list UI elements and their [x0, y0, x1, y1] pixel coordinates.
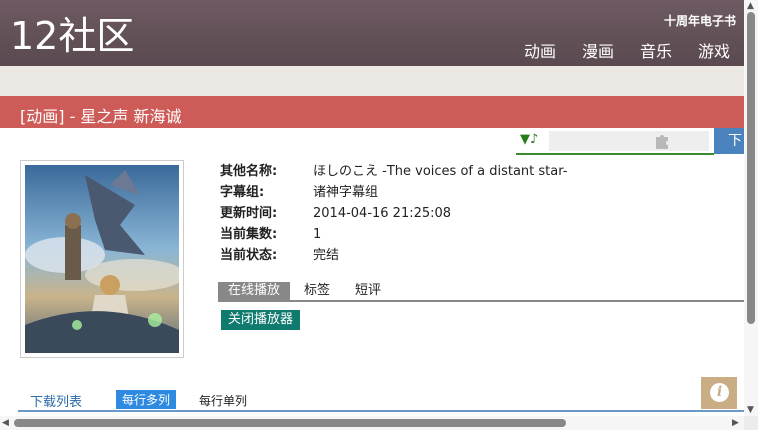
view-multi-column-button[interactable]: 每行多列: [116, 390, 177, 409]
music-player-widget[interactable]: ▼♪: [516, 128, 714, 155]
anime-info-list: 其他名称: ほしのこえ -The voices of a distant star…: [220, 164, 567, 269]
info-label: 当前集数:: [220, 227, 278, 242]
download-button[interactable]: 下: [714, 128, 744, 154]
nav-item-manga[interactable]: 漫画: [582, 38, 614, 62]
info-button[interactable]: i: [701, 377, 737, 409]
download-list-header: 下载列表 每行多列 每行单列: [18, 388, 744, 412]
scroll-right-arrow-icon[interactable]: ▶: [732, 418, 739, 428]
info-label: 其他名称:: [220, 164, 278, 179]
page-title-bar: [动画] - 星之声 新海诚: [0, 96, 744, 128]
scrollbar-corner: [744, 416, 758, 430]
music-toggle-icon[interactable]: ▼♪: [520, 132, 538, 147]
nav-item-anime[interactable]: 动画: [524, 38, 556, 62]
page-title: [动画] - 星之声 新海诚: [20, 107, 182, 126]
header-spacer: [0, 66, 744, 96]
info-row-subgroup: 字幕组: 诸神字幕组: [220, 185, 567, 206]
info-row-status: 当前状态: 完结: [220, 248, 567, 269]
info-label: 字幕组:: [220, 185, 265, 200]
scroll-down-arrow-icon[interactable]: ▼: [747, 405, 754, 415]
ebook-link[interactable]: 十周年电子书: [664, 12, 736, 29]
info-value: 诸神字幕组: [313, 185, 379, 200]
info-label: 更新时间:: [220, 206, 278, 221]
close-player-button[interactable]: 关闭播放器: [221, 310, 301, 330]
tab-tags[interactable]: 标签: [304, 282, 330, 300]
content-tabs: 在线播放 标签 短评: [218, 282, 744, 302]
site-header: 12社区 十周年电子书 动画 漫画 音乐 游戏: [0, 0, 744, 66]
main-nav: 动画 漫画 音乐 游戏: [524, 38, 730, 62]
info-row-episodes: 当前集数: 1: [220, 227, 567, 248]
nav-item-music[interactable]: 音乐: [640, 38, 672, 62]
puzzle-icon: [656, 135, 668, 149]
tab-online-play[interactable]: 在线播放: [218, 282, 291, 300]
info-label: 当前状态:: [220, 248, 278, 263]
info-row-alt-name: 其他名称: ほしのこえ -The voices of a distant star…: [220, 164, 567, 185]
nav-item-games[interactable]: 游戏: [698, 38, 730, 62]
poster-artwork: [25, 165, 185, 353]
info-value: 完结: [313, 248, 340, 263]
tab-reviews[interactable]: 短评: [355, 282, 381, 300]
music-track-bar[interactable]: [549, 131, 709, 151]
horizontal-scrollbar[interactable]: ◀ ▶: [0, 416, 744, 430]
info-value: 2014-04-16 21:25:08: [313, 206, 452, 221]
vertical-scrollbar[interactable]: ▲ ▼: [744, 0, 758, 416]
info-value: ほしのこえ -The voices of a distant star-: [313, 164, 568, 179]
site-logo[interactable]: 12社区: [10, 12, 134, 60]
info-icon: i: [710, 383, 729, 402]
download-list-title[interactable]: 下载列表: [30, 391, 82, 410]
info-row-updated: 更新时间: 2014-04-16 21:25:08: [220, 206, 567, 227]
info-value: 1: [313, 227, 322, 242]
scroll-left-arrow-icon[interactable]: ◀: [2, 418, 9, 428]
view-single-column-button[interactable]: 每行单列: [199, 392, 247, 409]
vertical-scroll-thumb[interactable]: [747, 12, 755, 324]
horizontal-scroll-thumb[interactable]: [14, 419, 566, 427]
anime-poster-image: [20, 160, 185, 358]
scroll-up-arrow-icon[interactable]: ▲: [747, 1, 754, 11]
